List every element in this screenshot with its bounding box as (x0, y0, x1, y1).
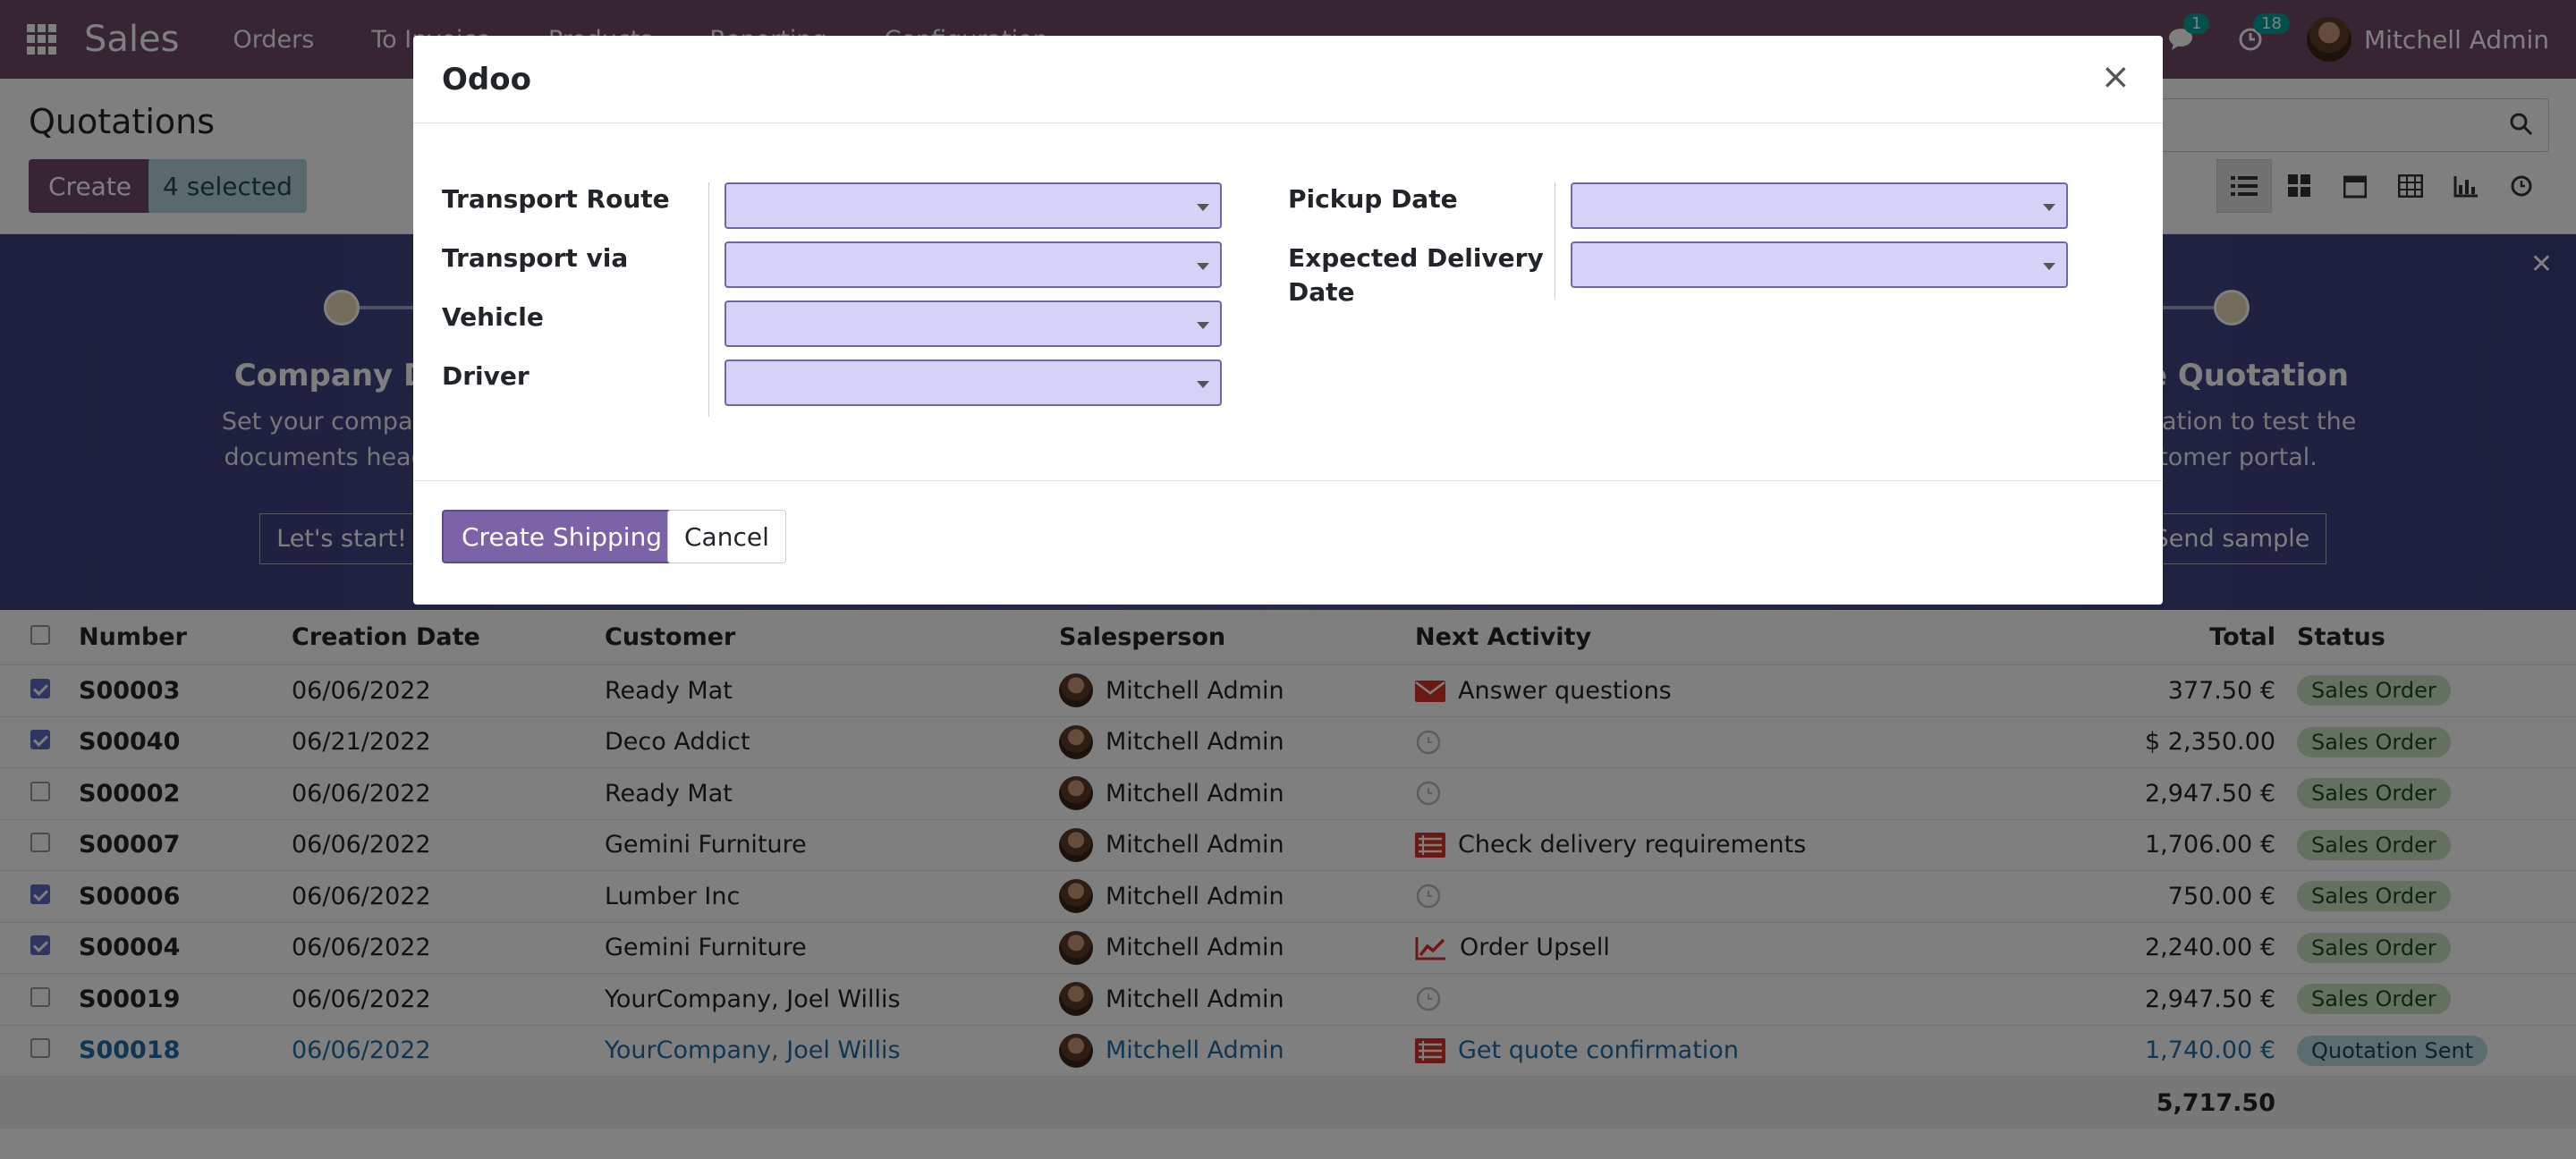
driver-select[interactable] (724, 360, 1222, 406)
transport-via-select[interactable] (724, 241, 1222, 288)
cancel-button[interactable]: Cancel (667, 510, 786, 563)
transport-route-select[interactable] (724, 182, 1222, 229)
expected-delivery-date-label: Expected Delivery Date (1288, 243, 1544, 307)
dialog-header: Odoo × (413, 36, 2163, 123)
expected-delivery-date-input[interactable] (1571, 241, 2068, 288)
close-icon[interactable]: × (2100, 59, 2131, 95)
dialog-body: Transport Route Transport via Vehicle Dr… (413, 123, 2163, 481)
transport-via-label: Transport via (442, 243, 629, 273)
pickup-date-label: Pickup Date (1288, 184, 1458, 214)
dialog-footer: Create Shipping Cancel (413, 481, 2163, 603)
pickup-date-input[interactable] (1571, 182, 2068, 229)
divider (708, 182, 709, 417)
dialog-title: Odoo (442, 61, 531, 97)
transport-route-label: Transport Route (442, 184, 670, 214)
create-shipping-dialog: Odoo × Transport Route Transport via Veh… (413, 36, 2163, 605)
vehicle-select[interactable] (724, 300, 1222, 347)
create-shipping-button[interactable]: Create Shipping (442, 510, 682, 563)
driver-label: Driver (442, 361, 530, 391)
vehicle-label: Vehicle (442, 302, 544, 332)
